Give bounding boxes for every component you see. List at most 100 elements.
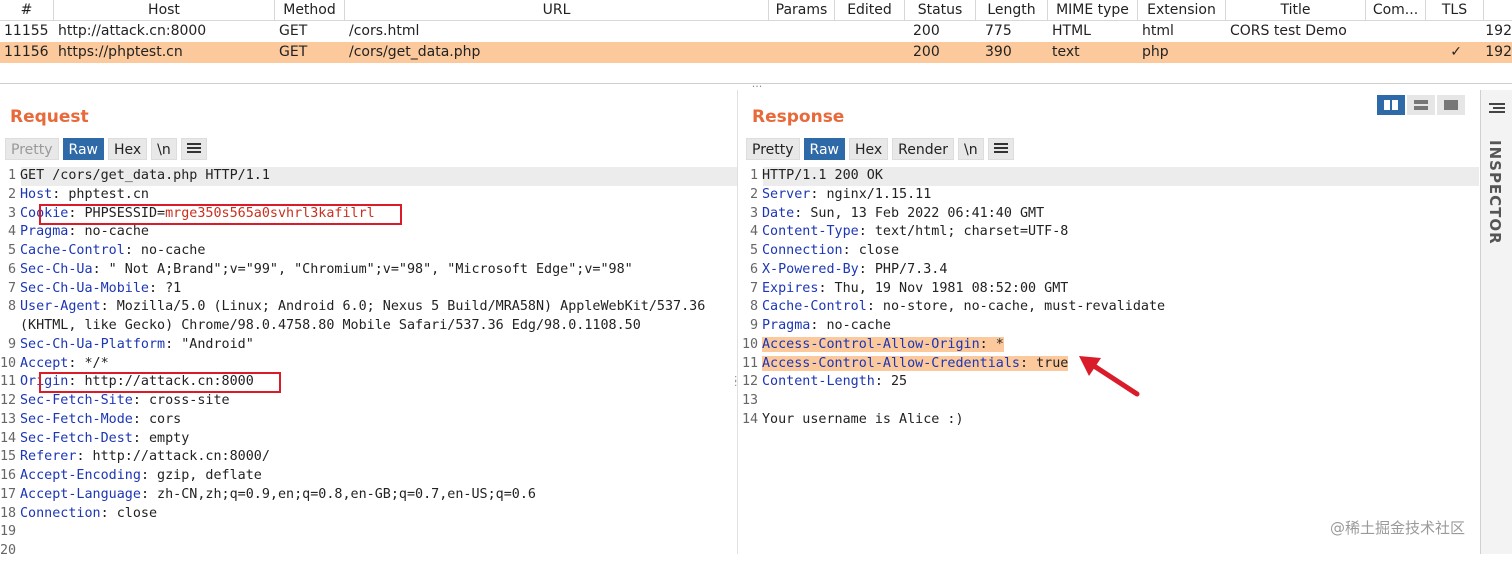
code-line: 10 Accept: */* <box>0 355 737 374</box>
line-number: 2 <box>7 186 16 202</box>
header-value: : no-cache <box>810 318 891 333</box>
split-vertical-icon[interactable] <box>1407 95 1435 115</box>
header-name: Pragma <box>762 318 811 333</box>
header-value: : PHP/7.3.4 <box>858 261 948 277</box>
code-line: 9 Sec-Ch-Ua-Platform: "Android" <box>0 336 737 355</box>
header-value: : Sun, 13 Feb 2022 06:41:40 GMT <box>794 205 1045 221</box>
column-header-9[interactable]: Extension <box>1138 0 1226 21</box>
header-value: HTTP/1.1 200 OK <box>762 168 883 183</box>
arrow-annotation-icon <box>1079 356 1140 397</box>
column-header-7[interactable]: Length <box>976 0 1048 21</box>
header-name: Access-Control-Allow-Credentials <box>762 355 1020 371</box>
column-header-1[interactable]: Host <box>54 0 275 21</box>
options-menu-icon[interactable] <box>180 138 207 160</box>
column-header-3[interactable]: URL <box>345 0 769 21</box>
header-name: Sec-Fetch-Mode <box>20 411 133 427</box>
line-number: 13 <box>0 411 17 427</box>
tab-pretty[interactable]: Pretty <box>746 138 800 160</box>
code-line: 17 Accept-Language: zh-CN,zh;q=0.9,en;q=0… <box>0 486 737 505</box>
tab-raw[interactable]: Raw <box>803 138 845 160</box>
code-line: 9 Pragma: no-cache <box>742 317 1472 336</box>
line-text: Accept: */* <box>20 355 109 374</box>
header-name: Accept-Encoding <box>20 468 141 483</box>
column-header-0[interactable]: # <box>0 0 54 21</box>
layout-switcher <box>1377 95 1465 115</box>
tab-render[interactable]: Render <box>892 138 955 160</box>
line-text: GET /cors/get_data.php HTTP/1.1 <box>20 167 270 186</box>
tab-hex[interactable]: Hex <box>107 138 148 160</box>
line-number: 5 <box>7 243 16 258</box>
line-text: Connection: close <box>20 505 157 524</box>
column-header-12[interactable]: TLS <box>1426 0 1484 21</box>
code-line: 5 Connection: close <box>742 242 1472 261</box>
pane-divider[interactable] <box>737 90 738 554</box>
column-header-5[interactable]: Edited <box>835 0 905 21</box>
table-row[interactable]: 11155 http://attack.cn:8000 GET/cors.html 2… <box>0 21 1512 42</box>
code-line: 3 Date: Sun, 13 Feb 2022 06:41:40 GMT <box>742 205 1472 224</box>
cell-num: 11156 <box>4 44 49 60</box>
tab-newline[interactable]: \n <box>151 138 177 160</box>
cell-extra: 192 <box>1485 44 1512 60</box>
header-name: Access-Control-Allow-Origin <box>762 336 980 352</box>
header-value: : http://attack.cn:8000/ <box>76 449 270 465</box>
column-header-8[interactable]: MIME type <box>1048 0 1138 21</box>
header-value: : zh-CN,zh;q=0.9,en;q=0.8,en-GB;q=0.7,en… <box>140 486 536 502</box>
line-text: Accept-Language: zh-CN,zh;q=0.9,en;q=0.8… <box>20 486 536 505</box>
line-text: Expires: Thu, 19 Nov 1981 08:52:00 GMT <box>762 280 1068 299</box>
tab-raw[interactable]: Raw <box>62 138 104 160</box>
line-number: 8 <box>7 299 16 315</box>
header-value: : gzip, deflate <box>140 468 262 483</box>
header-name: Sec-Fetch-Dest <box>20 430 133 446</box>
code-line: 16 Accept-Encoding: gzip, deflate <box>0 467 737 486</box>
menu-icon[interactable] <box>1489 100 1505 119</box>
column-header-2[interactable]: Method <box>275 0 345 21</box>
pane-divider-handle[interactable]: :: <box>734 374 737 389</box>
column-header-10[interactable]: Title <box>1226 0 1366 21</box>
line-text: Sec-Fetch-Site: cross-site <box>20 392 230 411</box>
options-menu-icon[interactable] <box>987 138 1014 160</box>
header-name: Cache-Control <box>762 299 867 315</box>
line-number: 10 <box>0 355 17 371</box>
inspector-label[interactable]: INSPECTOR <box>1486 140 1504 245</box>
column-header-11[interactable]: Com... <box>1366 0 1426 21</box>
line-text: Access-Control-Allow-Origin: * <box>762 336 1004 355</box>
line-number: 8 <box>749 299 758 315</box>
tab-pretty[interactable]: Pretty <box>5 138 59 160</box>
line-text: User-Agent: Mozilla/5.0 (Linux; Android … <box>20 298 705 317</box>
header-value: : "Android" <box>165 336 254 352</box>
line-number: 14 <box>742 411 759 427</box>
request-editor[interactable]: 1 GET /cors/get_data.php HTTP/1.1 2 Host: p… <box>0 167 737 561</box>
line-text: Date: Sun, 13 Feb 2022 06:41:40 GMT <box>762 205 1044 224</box>
line-text: Connection: close <box>762 242 899 261</box>
line-number: 1 <box>7 168 16 183</box>
tab-newline[interactable]: \n <box>958 138 984 160</box>
header-name: Referer <box>20 449 77 465</box>
cell-comment <box>1366 42 1426 63</box>
column-header-4[interactable]: Params <box>769 0 835 21</box>
line-text: X-Powered-By: PHP/7.3.4 <box>762 261 947 280</box>
split-horizontal-icon[interactable] <box>1377 95 1405 115</box>
cell-method: GET <box>279 23 308 39</box>
column-header-6[interactable]: Status <box>905 0 976 21</box>
table-row-selected[interactable]: 11156 https://phptest.cn GET/cors/get_data… <box>0 42 1512 63</box>
origin-highlight-box <box>39 372 281 393</box>
line-number: 15 <box>0 449 17 465</box>
code-line: 13 Sec-Fetch-Mode: cors <box>0 411 737 430</box>
cell-url: /cors/get_data.php <box>349 44 481 60</box>
line-text: Cache-Control: no-cache <box>20 242 205 261</box>
line-number <box>0 317 20 336</box>
code-line: 1 GET /cors/get_data.php HTTP/1.1 <box>0 167 737 186</box>
line-text: Pragma: no-cache <box>762 317 891 336</box>
header-name: Sec-Ch-Ua <box>20 261 93 277</box>
cell-length: 390 <box>985 44 1012 60</box>
line-number: 9 <box>7 336 16 352</box>
tab-hex[interactable]: Hex <box>848 138 889 160</box>
single-pane-icon[interactable] <box>1437 95 1465 115</box>
cell-edited <box>835 21 905 42</box>
line-number: 5 <box>749 243 758 258</box>
proxy-history-table: # Host Method URL Params Edited Status Length MI… <box>0 0 1512 84</box>
header-name: Pragma <box>20 224 69 240</box>
line-number: 12 <box>742 374 759 390</box>
splitter-handle[interactable]: ··· <box>748 81 766 92</box>
line-text: Content-Length: 25 <box>762 373 907 392</box>
